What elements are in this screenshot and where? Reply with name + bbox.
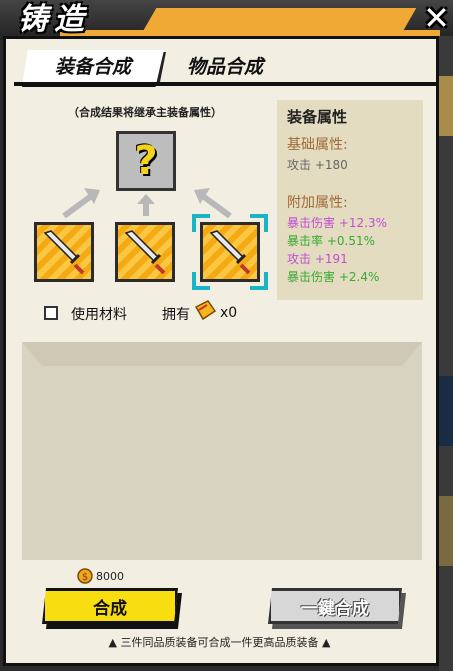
material-slot-2[interactable]: [115, 222, 175, 282]
arrow-up-right-icon: [62, 188, 100, 219]
forge-button[interactable]: 合成: [42, 588, 178, 624]
tab-item-synthesis[interactable]: 物品合成: [170, 50, 280, 84]
use-material-checkbox[interactable]: [44, 306, 58, 320]
extra-attr-line: 攻击 +191: [287, 252, 348, 266]
cost-value: 8000: [96, 570, 124, 583]
material-stone-icon: [194, 300, 217, 321]
base-attr-line: 攻击 +180: [287, 158, 348, 172]
svg-text:$: $: [82, 572, 88, 583]
extra-attr-line: 暴击伤害 +2.4%: [287, 270, 380, 284]
close-button[interactable]: ✕: [420, 0, 453, 36]
extra-attr-line: 暴击率 +0.51%: [287, 234, 375, 248]
own-label: 拥有: [162, 307, 190, 323]
use-material-label: 使用材料: [71, 307, 127, 323]
result-slot[interactable]: ?: [116, 131, 176, 191]
title-bar: 铸造: [0, 0, 453, 40]
tip-right-icon: ▲: [322, 636, 331, 649]
equipment-list-header: [22, 342, 422, 366]
inherit-hint: （合成结果将继承主装备属性）: [68, 106, 222, 119]
title-decoration: [143, 8, 417, 30]
sword-icon: [124, 230, 166, 275]
background-edge: [439, 36, 453, 671]
selection-frame-icon: [192, 214, 268, 290]
footer-tip: ▲ 三件同品质装备可合成一件更高品质装备 ▲: [0, 634, 439, 650]
unknown-result-icon: ?: [134, 138, 158, 184]
attribute-title: 装备属性: [287, 108, 348, 126]
equipment-list[interactable]: [22, 342, 422, 560]
material-slot-1[interactable]: [34, 222, 94, 282]
extra-attr-title: 附加属性:: [287, 195, 348, 211]
extra-attr-line: 暴击伤害 +12.3%: [287, 216, 387, 230]
base-attr-title: 基础属性:: [287, 137, 348, 153]
tab-divider: [14, 82, 438, 86]
one-key-forge-button[interactable]: 一鍵合成: [268, 588, 402, 624]
sword-icon: [43, 230, 85, 275]
footer-tip-text: 三件同品质装备可合成一件更高品质装备: [120, 636, 319, 649]
own-count: x0: [220, 305, 238, 321]
arrow-up-icon: [137, 194, 155, 216]
coin-icon: $: [77, 568, 93, 584]
tip-left-icon: ▲: [108, 636, 117, 649]
window-title: 铸造: [18, 2, 90, 37]
